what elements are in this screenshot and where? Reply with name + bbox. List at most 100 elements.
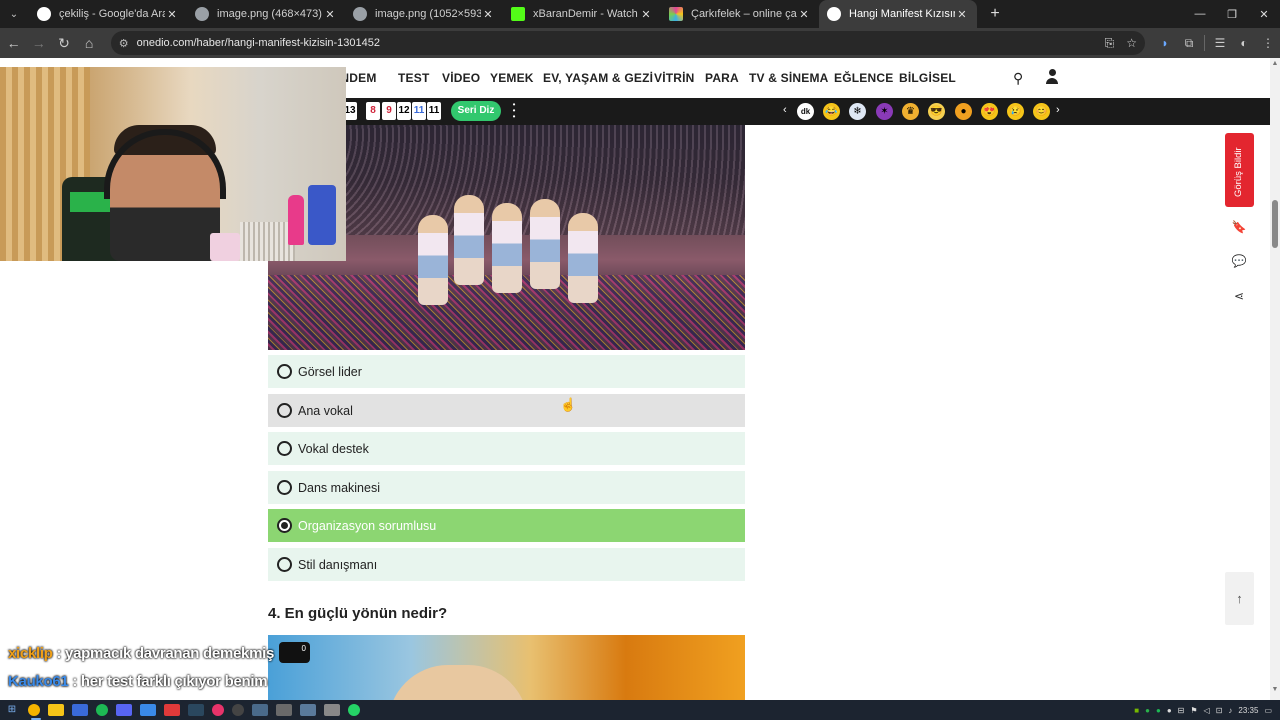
snowflake-emoji-icon[interactable]: ❄ <box>849 103 866 120</box>
user-icon[interactable] <box>1045 69 1059 85</box>
answer-option-selected[interactable]: Organizasyon sorumlusu <box>268 509 745 542</box>
scrollbar-thumb[interactable] <box>1272 200 1278 248</box>
nav-ev-yasam-gezi[interactable]: EV, YAŞAM & GEZİ <box>543 71 653 85</box>
browser-tab[interactable]: image.png (468×473) ✕ <box>187 0 345 28</box>
volume-icon[interactable]: ◁ <box>1204 706 1210 715</box>
smile-emoji-icon[interactable]: 😊 <box>1033 103 1050 120</box>
radio-checked-icon[interactable] <box>277 518 292 533</box>
close-icon[interactable]: ✕ <box>639 8 653 21</box>
discord-icon[interactable] <box>116 704 132 716</box>
share-icon[interactable]: ⋖ <box>1230 287 1248 305</box>
close-window-icon[interactable]: ✕ <box>1248 0 1280 28</box>
scroll-up-icon[interactable]: ▲ <box>1270 60 1280 72</box>
more-icon[interactable]: • • • <box>512 101 516 121</box>
tray-icon[interactable]: ⊟ <box>1178 706 1185 715</box>
scroll-to-top-button[interactable]: ↑ <box>1225 572 1254 625</box>
profile-avatar-icon[interactable]: ◐ <box>1232 31 1256 55</box>
nav-yemek[interactable]: YEMEK <box>490 71 534 85</box>
seri-diz-button[interactable]: Seri Diz <box>451 101 501 121</box>
scroll-down-icon[interactable]: ▼ <box>1270 686 1280 698</box>
home-icon[interactable]: ⌂ <box>78 31 101 55</box>
heart-eyes-emoji-icon[interactable]: 😍 <box>981 103 998 120</box>
record-icon[interactable] <box>164 704 180 716</box>
notifications-icon[interactable]: ▭ <box>1264 706 1272 715</box>
answer-option[interactable]: Vokal destek <box>268 432 745 465</box>
radio-icon[interactable] <box>277 480 292 495</box>
ticker-number[interactable]: 8 <box>366 102 380 120</box>
wtf-emoji-icon[interactable]: ✶ <box>876 103 893 120</box>
search-icon[interactable]: ⚲ <box>1013 70 1023 87</box>
radio-icon[interactable] <box>277 364 292 379</box>
site-info-icon[interactable]: ⚙ <box>119 37 129 50</box>
bookmark-icon[interactable]: 🔖 <box>1230 218 1248 236</box>
app-icon[interactable] <box>140 704 156 716</box>
spotify-icon[interactable] <box>96 704 108 716</box>
ticker-number[interactable]: 11 <box>427 102 441 120</box>
steam-icon[interactable] <box>188 704 204 716</box>
browser-tab[interactable]: Çarkıfelek – online çark çevirme ✕ <box>661 0 819 28</box>
app-icon[interactable] <box>72 704 88 716</box>
close-icon[interactable]: ✕ <box>481 8 495 21</box>
app-icon[interactable] <box>252 704 268 716</box>
ticker-number[interactable]: 12 <box>397 102 411 120</box>
comments-icon[interactable]: 💬 <box>1230 252 1248 270</box>
laughing-emoji-icon[interactable]: 😂 <box>823 103 840 120</box>
speaker-icon[interactable]: ♪ <box>1228 706 1232 715</box>
whatsapp-icon[interactable] <box>348 704 360 716</box>
tray-icon[interactable]: ⚑ <box>1190 706 1197 715</box>
extension-icon[interactable]: ◗ <box>1153 31 1177 55</box>
bookmark-star-icon[interactable]: ☆ <box>1126 36 1137 50</box>
radio-icon[interactable] <box>277 557 292 572</box>
restore-icon[interactable]: ❐ <box>1216 0 1248 28</box>
ticker-number[interactable]: 9 <box>382 102 396 120</box>
nav-vitrin[interactable]: VİTRİN <box>654 71 695 85</box>
nav-para[interactable]: PARA <box>705 71 739 85</box>
folder-icon[interactable] <box>48 704 64 716</box>
reload-icon[interactable]: ↻ <box>52 31 75 55</box>
install-app-icon[interactable]: ⎘ <box>1105 36 1115 51</box>
obs-icon[interactable] <box>232 704 244 716</box>
close-icon[interactable]: ✕ <box>323 8 337 21</box>
answer-option[interactable]: Ana vokal <box>268 394 745 427</box>
answer-option[interactable]: Dans makinesi <box>268 471 745 504</box>
dk-icon[interactable]: dk <box>797 103 814 120</box>
radio-icon[interactable] <box>277 441 292 456</box>
clock[interactable]: 23:35 <box>1238 706 1258 715</box>
reading-list-icon[interactable]: ☰ <box>1208 31 1232 55</box>
address-bar[interactable]: ⚙ onedio.com/haber/hangi-manifest-kizisi… <box>110 31 1145 55</box>
network-icon[interactable]: ⊡ <box>1216 706 1223 715</box>
app-icon[interactable] <box>276 704 292 716</box>
scrollbar[interactable]: ▲ ▼ <box>1270 58 1280 700</box>
browser-tab[interactable]: image.png (1052×593) ✕ <box>345 0 503 28</box>
radio-icon[interactable] <box>277 403 292 418</box>
chevron-left-icon[interactable]: ‹ <box>783 104 787 116</box>
app-icon[interactable] <box>324 704 340 716</box>
browser-tab[interactable]: çekiliş - Google'da Ara ✕ <box>29 0 187 28</box>
chevron-right-icon[interactable]: › <box>1056 104 1060 116</box>
close-icon[interactable]: ✕ <box>797 8 811 21</box>
ticker-number[interactable]: 11 <box>412 102 426 120</box>
nvidia-icon[interactable]: ■ <box>1134 706 1139 715</box>
nav-eglence[interactable]: EĞLENCE <box>834 71 893 85</box>
tray-icon[interactable]: ● <box>1145 706 1150 715</box>
nav-tv-sinema[interactable]: TV & SİNEMA <box>749 71 829 85</box>
forward-icon[interactable]: → <box>27 31 50 55</box>
sad-emoji-icon[interactable]: 😢 <box>1007 103 1024 120</box>
sunglasses-emoji-icon[interactable]: 😎 <box>928 103 945 120</box>
menu-icon[interactable]: ⋮ <box>1256 31 1280 55</box>
back-icon[interactable]: ← <box>2 31 25 55</box>
new-tab-button[interactable]: + <box>983 2 1007 26</box>
neutral-emoji-icon[interactable]: ● <box>955 103 972 120</box>
close-icon[interactable]: ✕ <box>955 8 969 21</box>
answer-option[interactable]: Görsel lider <box>268 355 745 388</box>
puzzle-icon[interactable]: ⧉ <box>1177 31 1201 55</box>
crown-emoji-icon[interactable]: ♛ <box>902 103 919 120</box>
app-icon[interactable] <box>212 704 224 716</box>
nav-bilgisel[interactable]: BİLGİSEL <box>899 71 956 85</box>
tab-search-button[interactable]: ⌄ <box>3 3 25 25</box>
minimize-icon[interactable]: — <box>1184 0 1216 28</box>
feedback-button[interactable]: Görüş Bildir <box>1225 133 1254 207</box>
chrome-icon[interactable] <box>28 704 41 720</box>
nav-video[interactable]: VİDEO <box>442 71 480 85</box>
app-icon[interactable] <box>300 704 316 716</box>
